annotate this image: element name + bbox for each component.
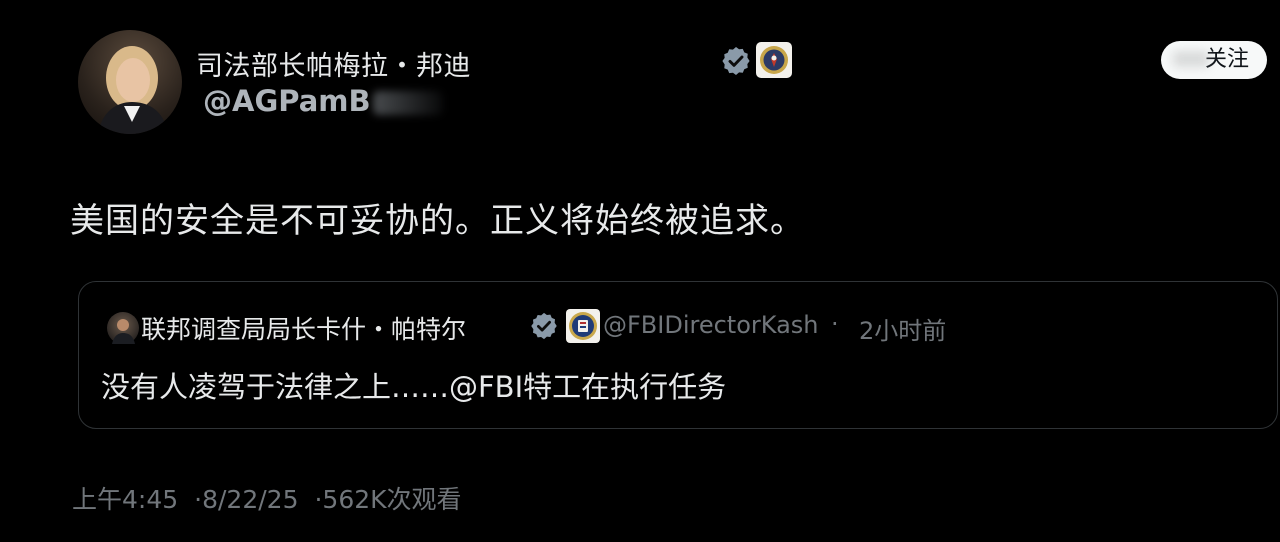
follow-button[interactable]: 关注: [1161, 41, 1267, 79]
tweet-text: 美国的安全是不可妥协的。正义将始终被追求。: [70, 201, 805, 241]
verified-badge-icon[interactable]: [529, 311, 559, 341]
doj-seal-graphic: [760, 46, 788, 74]
author-display-name[interactable]: 司法部长帕梅拉・邦迪: [196, 44, 471, 83]
quoted-author-name[interactable]: 联邦调查局局长卡什・帕特尔: [141, 310, 466, 346]
quoted-author-handle[interactable]: @FBIDirectorKash: [603, 311, 819, 339]
avatar-portrait-image: [98, 46, 168, 134]
tweet-date[interactable]: 8/22/25: [202, 485, 298, 514]
tweet-meta: 上午4:45·8/22/25·562K次观看: [72, 480, 462, 516]
author-avatar[interactable]: [78, 30, 182, 134]
quoted-separator: ·: [831, 310, 839, 338]
fbi-seal-graphic: [569, 312, 597, 340]
quoted-author-avatar[interactable]: [107, 312, 139, 344]
quoted-avatar-image: [112, 319, 135, 344]
tweet-views[interactable]: 562K次观看: [322, 485, 461, 514]
meta-separator: ·: [194, 485, 203, 514]
fbi-seal-icon[interactable]: [566, 309, 600, 343]
quoted-tweet-text: 没有人凌驾于法律之上……@FBI特工在执行任务: [101, 370, 727, 404]
author-handle[interactable]: @AGPamB: [203, 84, 443, 118]
verified-badge-icon[interactable]: [720, 45, 752, 77]
follow-button-label: 关注: [1204, 47, 1249, 72]
tweet-time[interactable]: 上午4:45: [72, 485, 178, 514]
author-handle-text: @AGPamB: [203, 84, 371, 118]
follow-button-smudge: [1173, 51, 1209, 67]
quoted-timestamp[interactable]: 2小时前: [859, 311, 946, 346]
doj-seal-icon[interactable]: [756, 42, 792, 78]
quoted-tweet-card[interactable]: 联邦调查局局长卡什・帕特尔 @FBIDirectorKash · 2小时前 没有…: [78, 281, 1278, 429]
handle-redaction: [372, 91, 443, 115]
